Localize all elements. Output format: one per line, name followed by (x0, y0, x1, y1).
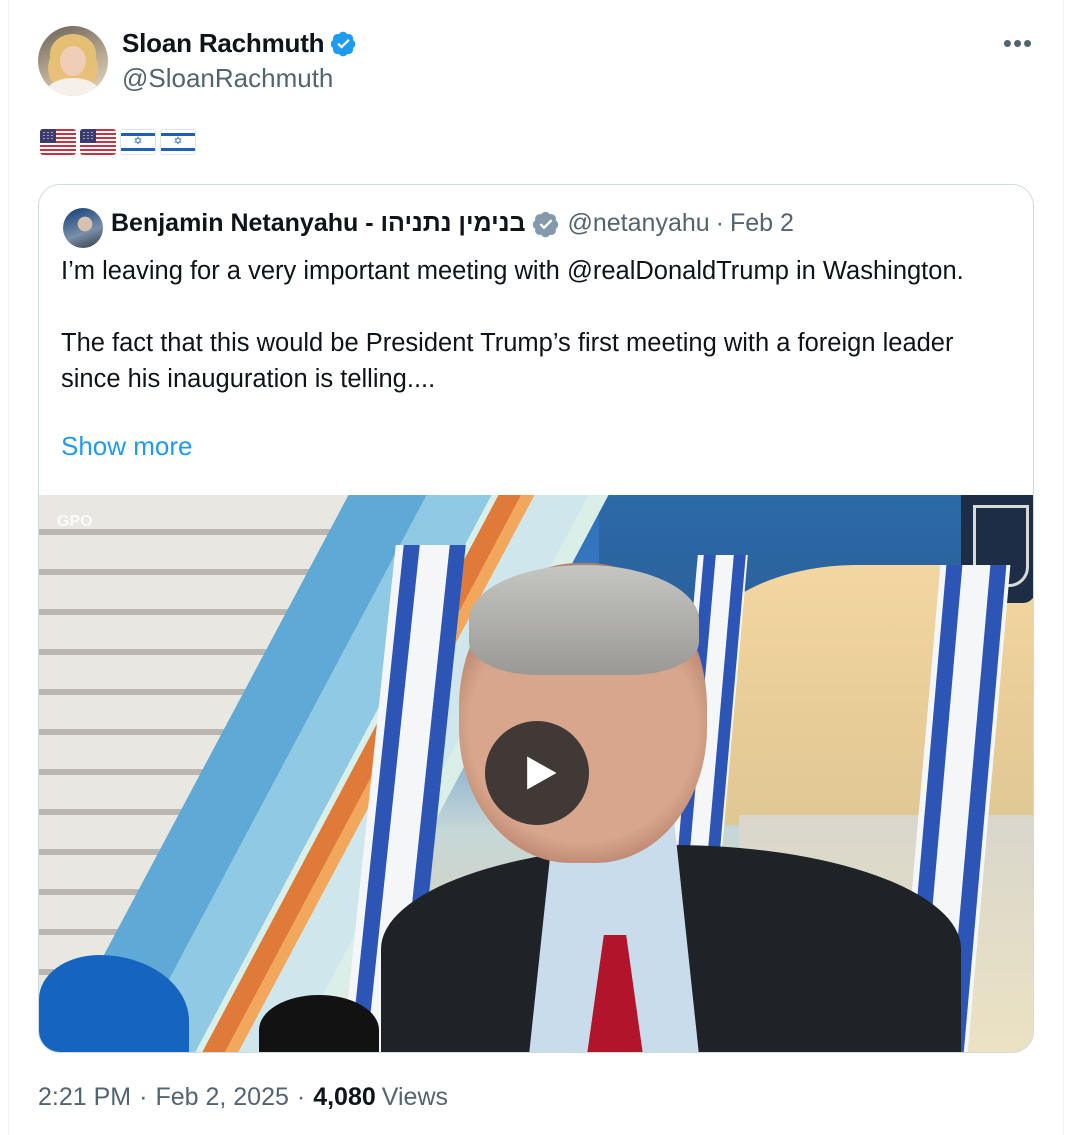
video-watermark: GPO (57, 513, 93, 530)
play-button[interactable] (485, 721, 589, 825)
verified-badge-icon (331, 31, 356, 57)
card-right-border (1063, 0, 1064, 1135)
us-flag-icon (80, 129, 116, 155)
microphone (39, 955, 189, 1052)
author-handle[interactable]: @SloanRachmuth (122, 63, 333, 94)
author-avatar[interactable] (38, 26, 108, 96)
quoted-tweet-header: Benjamin Netanyahu - בנימין נתניהו @neta… (111, 209, 794, 238)
quoted-tweet-text: I’m leaving for a very important meeting… (61, 257, 964, 393)
more-icon: ••• (1002, 27, 1034, 58)
avatar-shirt (46, 78, 100, 96)
quoted-video[interactable]: GPO (39, 495, 1033, 1052)
quoted-author-avatar[interactable] (63, 208, 103, 248)
quoted-tweet-date[interactable]: Feb 2 (730, 209, 794, 238)
tweet-meta: 2:21 PM · Feb 2, 2025 · 4,080 Views (38, 1083, 448, 1112)
separator-dot: · (715, 209, 724, 237)
views-count[interactable]: 4,080 (313, 1083, 376, 1112)
israel-flag-icon: ✡ (160, 129, 196, 155)
card-left-border (8, 0, 9, 1135)
quoted-author-handle[interactable]: @netanyahu (568, 209, 710, 238)
author-name-row[interactable]: Sloan Rachmuth (122, 28, 357, 59)
author-name[interactable]: Sloan Rachmuth (122, 28, 325, 59)
tweet-time[interactable]: 2:21 PM (38, 1083, 131, 1112)
separator-dot: · (139, 1083, 148, 1111)
video-microphones (39, 955, 399, 1052)
views-label: Views (381, 1083, 449, 1111)
quoted-author-name[interactable]: Benjamin Netanyahu - בנימין נתניהו (111, 209, 526, 238)
more-options-button[interactable]: ••• (1000, 28, 1036, 58)
tweet-body-flags: ✡ ✡ (40, 129, 196, 155)
israel-flag-icon: ✡ (120, 129, 156, 155)
avatar-face (60, 46, 86, 76)
microphone (259, 995, 379, 1052)
us-flag-icon (40, 129, 76, 155)
play-icon (527, 756, 557, 790)
quoted-tweet[interactable]: Benjamin Netanyahu - בנימין נתניהו @neta… (38, 184, 1034, 1053)
video-person-hair (469, 565, 699, 675)
gray-verified-icon (532, 211, 558, 237)
show-more-link[interactable]: Show more (61, 431, 193, 462)
tweet-date[interactable]: Feb 2, 2025 (155, 1083, 288, 1112)
separator-dot: · (296, 1083, 306, 1111)
